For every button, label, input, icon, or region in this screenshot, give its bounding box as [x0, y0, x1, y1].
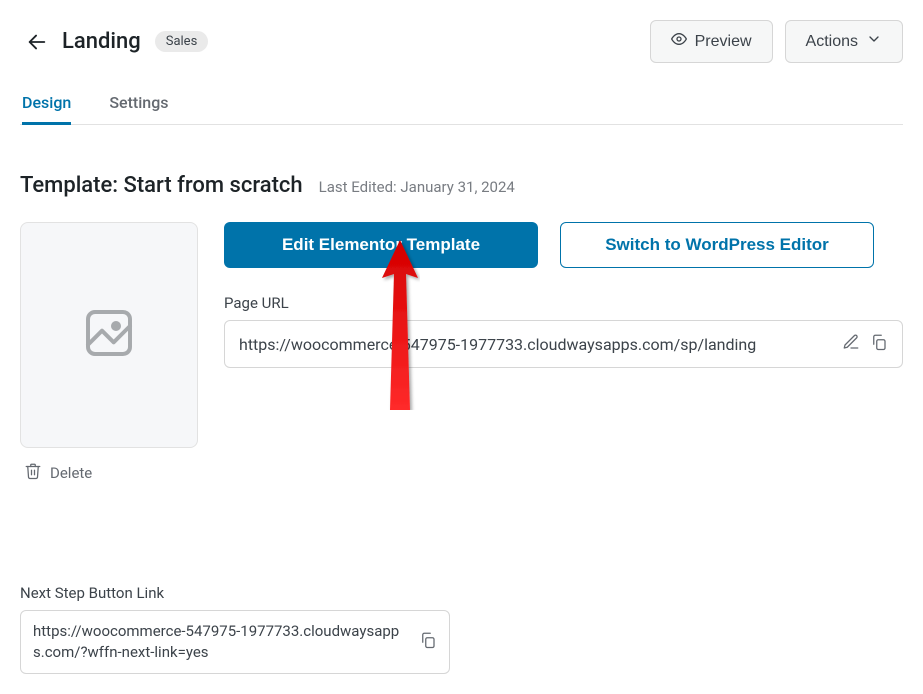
edit-template-button[interactable]: Edit Elementor Template: [224, 222, 538, 268]
copy-url-button[interactable]: [870, 333, 888, 355]
edit-url-button[interactable]: [842, 333, 860, 355]
next-step-label: Next Step Button Link: [20, 584, 903, 602]
chevron-down-icon: [866, 31, 882, 52]
template-head: Template: Start from scratch Last Edited…: [20, 173, 903, 198]
tab-design[interactable]: Design: [22, 93, 71, 125]
pencil-icon: [842, 333, 860, 355]
right-column: Edit Elementor Template Switch to WordPr…: [224, 222, 903, 484]
page-url-field: https://woocommerce-547975-1977733.cloud…: [224, 320, 903, 368]
preview-column: Delete: [20, 222, 198, 484]
status-badge: Sales: [155, 31, 209, 52]
tabs: Design Settings: [20, 93, 903, 125]
design-area: Delete Edit Elementor Template Switch to…: [20, 222, 903, 484]
next-step-field: https://woocommerce-547975-1977733.cloud…: [20, 610, 450, 674]
last-edited: Last Edited: January 31, 2024: [319, 178, 515, 196]
header-right: Preview Actions: [650, 20, 903, 63]
actions-button[interactable]: Actions: [785, 20, 903, 63]
page-title: Landing: [62, 29, 141, 54]
action-buttons: Edit Elementor Template Switch to WordPr…: [224, 222, 903, 268]
header: Landing Sales Preview Actions: [20, 20, 903, 93]
template-title: Template: Start from scratch: [20, 173, 303, 198]
image-placeholder-icon: [81, 305, 137, 365]
page-url-label: Page URL: [224, 294, 903, 312]
back-arrow-icon[interactable]: [26, 31, 48, 53]
next-step-value: https://woocommerce-547975-1977733.cloud…: [33, 621, 409, 663]
preview-label: Preview: [695, 33, 752, 51]
copy-next-step-button[interactable]: [419, 631, 437, 653]
tab-settings[interactable]: Settings: [109, 93, 168, 125]
actions-label: Actions: [806, 33, 858, 51]
header-left: Landing Sales: [20, 29, 208, 54]
page-url-value: https://woocommerce-547975-1977733.cloud…: [239, 335, 832, 354]
trash-icon: [24, 462, 42, 484]
preview-button[interactable]: Preview: [650, 20, 773, 63]
copy-icon: [870, 333, 888, 355]
delete-label: Delete: [50, 464, 92, 482]
delete-button[interactable]: Delete: [20, 462, 198, 484]
next-step-section: Next Step Button Link https://woocommerc…: [20, 584, 903, 674]
eye-icon: [671, 31, 687, 52]
copy-icon: [419, 631, 437, 653]
switch-editor-button[interactable]: Switch to WordPress Editor: [560, 222, 874, 268]
template-preview[interactable]: [20, 222, 198, 448]
